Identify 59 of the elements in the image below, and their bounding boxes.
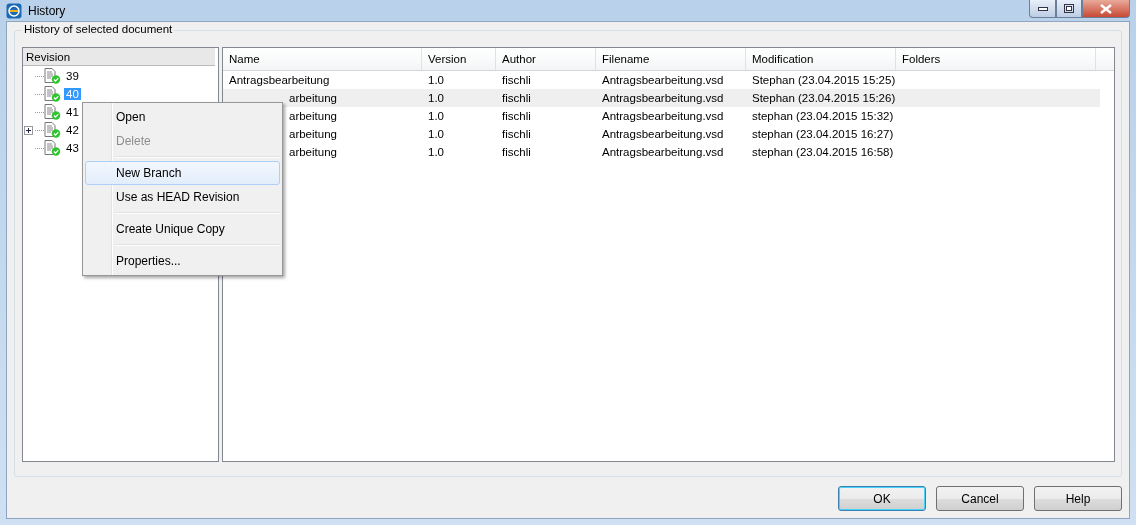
table-cell-text: 1.0: [427, 145, 445, 160]
table-cell-text: fischli: [501, 145, 532, 160]
table-cell-text: stephan (23.04.2015 16:27): [751, 127, 895, 142]
table-row[interactable]: arbeitung 1.0 fischli Antragsbearbeitung.vsd Stephan (23.04.2015 15:26): [223, 89, 1100, 107]
table-cell-text: Stephan (23.04.2015 15:26): [751, 91, 896, 106]
column-header[interactable]: Filename: [596, 48, 746, 70]
menu-item[interactable]: Properties...: [85, 249, 280, 273]
tree-item[interactable]: 41: [64, 106, 81, 118]
minimize-icon: [1037, 6, 1048, 11]
tree-item[interactable]: 43: [64, 142, 81, 154]
menu-item[interactable]: Create Unique Copy: [85, 217, 280, 241]
table-cell-text: 1.0: [427, 73, 445, 88]
dialog-button[interactable]: Help: [1034, 486, 1122, 511]
table-cell-text: arbeitung: [288, 145, 338, 160]
table-cell-text: Antragsbearbeitung.vsd: [601, 73, 725, 88]
table-cell-text: 1.0: [427, 91, 445, 106]
table-cell-text: fischli: [501, 127, 532, 142]
dialog-button[interactable]: OK: [838, 486, 926, 511]
document-check-icon: [44, 104, 61, 120]
table-cell-text: arbeitung: [288, 91, 338, 106]
table-cell-text: stephan (23.04.2015 16:58): [751, 145, 895, 160]
column-header[interactable]: Author: [496, 48, 596, 70]
menu-item[interactable]: Use as HEAD Revision: [85, 185, 280, 209]
table-cell-text: fischli: [501, 109, 532, 124]
column-header[interactable]: Name: [223, 48, 422, 70]
document-check-icon: [44, 86, 61, 102]
table-cell-text: Stephan (23.04.2015 15:25): [751, 73, 896, 88]
tree-item[interactable]: 42: [64, 124, 81, 136]
table-cell-text: arbeitung: [288, 127, 338, 142]
document-check-icon: [44, 140, 61, 156]
app-logo-icon: [6, 2, 22, 19]
table-cell-text: fischli: [501, 91, 532, 106]
table-cell-text: 1.0: [427, 109, 445, 124]
menu-item[interactable]: New Branch: [85, 161, 280, 185]
expand-icon[interactable]: [24, 125, 33, 135]
maximize-button[interactable]: [1056, 0, 1082, 18]
table-cell-text: Antragsbearbeitung.vsd: [601, 91, 725, 106]
dialog-button[interactable]: Cancel: [936, 486, 1024, 511]
maximize-icon: [1064, 4, 1074, 13]
table-cell-text: Antragsbearbeitung.vsd: [601, 145, 725, 160]
column-header[interactable]: Version: [422, 48, 496, 70]
table-cell-text: arbeitung: [288, 109, 338, 124]
table-cell-text: fischli: [501, 73, 532, 88]
table-cell-text: Antragsbearbeitung: [228, 73, 331, 88]
close-icon: [1100, 3, 1112, 14]
column-header[interactable]: Folders: [896, 48, 1096, 70]
table-cell-text: Antragsbearbeitung.vsd: [601, 109, 725, 124]
tree-item[interactable]: 39: [64, 70, 81, 82]
group-title: History of selected document: [22, 23, 175, 35]
column-header[interactable]: Revision: [23, 48, 215, 66]
table-cell-text: 1.0: [427, 127, 445, 142]
table-cell-text: Antragsbearbeitung.vsd: [601, 127, 725, 142]
minimize-button[interactable]: [1029, 0, 1056, 18]
document-check-icon: [44, 122, 61, 138]
table-cell-text: stephan (23.04.2015 15:32): [751, 109, 895, 124]
column-header[interactable]: Modification: [746, 48, 896, 70]
window-title: History: [28, 3, 67, 18]
document-check-icon: [44, 68, 61, 84]
close-button[interactable]: [1082, 0, 1130, 18]
